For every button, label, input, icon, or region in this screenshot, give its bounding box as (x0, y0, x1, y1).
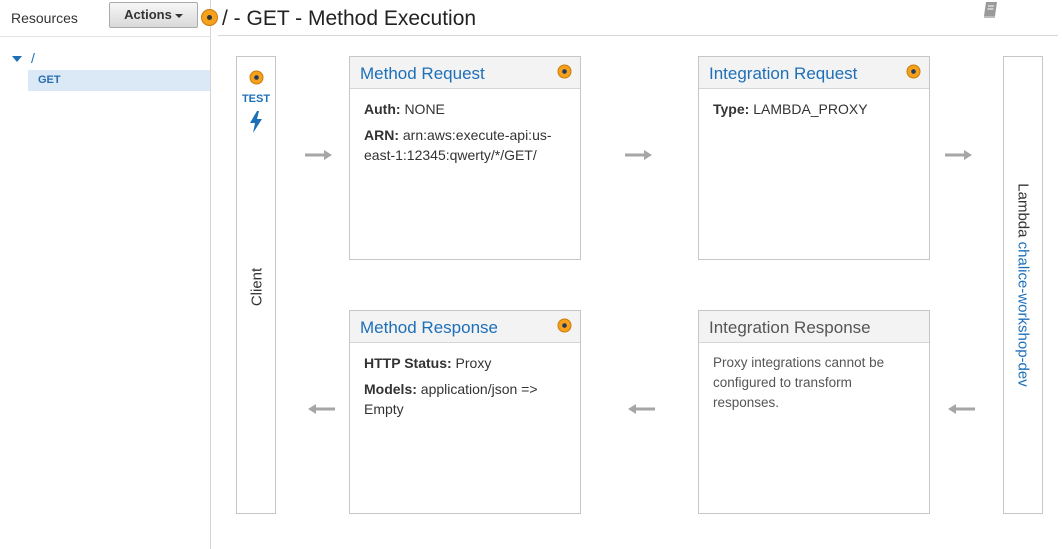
arrow-left-icon (948, 404, 975, 414)
type-key: Type: (713, 101, 750, 117)
arrow-right-icon (305, 150, 332, 160)
resource-tree-root[interactable]: / (12, 50, 35, 66)
auth-value: NONE (404, 101, 445, 117)
test-link[interactable]: TEST (237, 93, 275, 105)
type-value: LAMBDA_PROXY (753, 101, 868, 117)
integration-request-body: Type: LAMBDA_PROXY (699, 89, 929, 135)
status-spinner-icon (201, 9, 218, 26)
auth-row: Auth: NONE (364, 99, 566, 119)
method-request-body: Auth: NONE ARN: arn:aws:execute-api:us-e… (350, 89, 580, 181)
integration-request-panel: Integration Request Type: LAMBDA_PROXY (698, 56, 930, 260)
arn-key: ARN: (364, 127, 399, 143)
method-request-panel: Method Request Auth: NONE ARN: arn:aws:e… (349, 56, 581, 260)
integration-request-header: Integration Request (699, 57, 929, 89)
method-request-link[interactable]: Method Request (360, 64, 485, 84)
lambda-column: Lambda chalice-workshop-dev (1003, 56, 1043, 514)
integration-response-note: Proxy integrations cannot be configured … (713, 355, 885, 410)
http-status-row: HTTP Status: Proxy (364, 353, 566, 373)
client-column: TEST Client (236, 56, 276, 514)
actions-dropdown-button[interactable]: Actions (109, 2, 198, 28)
status-spinner-icon (557, 64, 572, 79)
integration-response-header: Integration Response (699, 311, 929, 343)
status-spinner-icon (557, 318, 572, 333)
arrow-left-icon (628, 404, 655, 414)
method-response-header: Method Response (350, 311, 580, 343)
arrow-left-icon (308, 404, 335, 414)
lambda-label: Lambda chalice-workshop-dev (1015, 183, 1032, 386)
http-status-key: HTTP Status: (364, 355, 452, 371)
resources-sidebar: Resources Actions / GET (0, 0, 211, 549)
auth-key: Auth: (364, 101, 401, 117)
sidebar-divider (0, 36, 211, 37)
models-key: Models: (364, 381, 417, 397)
tree-root-label: / (31, 50, 35, 66)
caret-down-icon (174, 13, 183, 18)
page-title: / - GET - Method Execution (222, 7, 477, 30)
arrow-right-icon (945, 150, 972, 160)
lambda-function-link[interactable]: chalice-workshop-dev (1015, 242, 1032, 387)
models-row: Models: application/json => Empty (364, 379, 566, 419)
book-icon[interactable] (981, 0, 1001, 20)
method-response-link[interactable]: Method Response (360, 318, 498, 338)
type-row: Type: LAMBDA_PROXY (713, 99, 915, 119)
resource-tree-get-method[interactable]: GET (28, 70, 210, 91)
header-divider (218, 35, 1058, 36)
integration-request-link[interactable]: Integration Request (709, 64, 857, 84)
method-response-panel: Method Response HTTP Status: Proxy Model… (349, 310, 581, 514)
resources-label: Resources (11, 10, 78, 26)
expand-triangle-icon[interactable] (12, 56, 22, 63)
arrow-right-icon (625, 150, 652, 160)
integration-response-panel: Integration Response Proxy integrations … (698, 310, 930, 514)
http-status-value: Proxy (455, 355, 492, 371)
status-spinner-icon (906, 64, 921, 79)
arn-row: ARN: arn:aws:execute-api:us-east-1:12345… (364, 125, 566, 165)
lambda-word: Lambda (1014, 183, 1032, 238)
method-response-body: HTTP Status: Proxy Models: application/j… (350, 343, 580, 435)
lightning-bolt-icon[interactable] (248, 110, 264, 134)
client-label: Client (248, 267, 266, 307)
actions-label: Actions (124, 7, 172, 22)
integration-response-title: Integration Response (709, 318, 871, 337)
status-spinner-icon (249, 70, 264, 85)
method-request-header: Method Request (350, 57, 580, 89)
